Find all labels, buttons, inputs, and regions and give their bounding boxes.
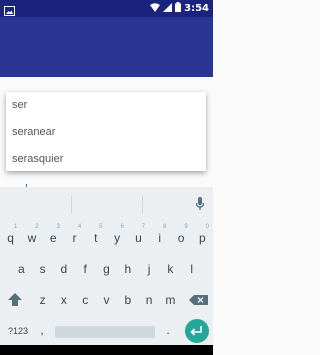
key[interactable]: l (181, 254, 202, 284)
key[interactable]: p0 (192, 223, 213, 253)
key[interactable]: m (160, 285, 181, 315)
wifi-icon (150, 2, 161, 15)
key-hint: 8 (163, 224, 167, 230)
key-label: a (17, 262, 25, 276)
key-label: w (27, 231, 37, 245)
key-label: q (7, 231, 14, 245)
enter-key[interactable] (185, 319, 209, 343)
key[interactable]: x (53, 285, 74, 315)
key[interactable]: d (53, 254, 74, 284)
content-area: ser seranear serasquier ser (0, 77, 213, 202)
navigation-bar (0, 345, 213, 355)
key-label: y (114, 231, 121, 245)
suggestion-item[interactable]: seranear (6, 119, 206, 146)
period-key[interactable]: . (160, 316, 176, 346)
autocomplete-dropdown: ser seranear serasquier (6, 92, 206, 171)
key-hint: 0 (205, 224, 209, 230)
key[interactable]: q1 (0, 223, 21, 253)
key[interactable]: f (75, 254, 96, 284)
key[interactable]: e3 (43, 223, 64, 253)
signal-icon (163, 2, 173, 15)
key[interactable]: y6 (107, 223, 128, 253)
strip-divider (142, 196, 143, 214)
key-hint: 3 (56, 224, 60, 230)
key-hint: 6 (120, 224, 124, 230)
key[interactable]: z (32, 285, 53, 315)
status-time: 3:54 (184, 3, 209, 14)
status-bar: 3:54 (0, 0, 213, 17)
key-hint: 4 (77, 224, 82, 230)
key[interactable]: w2 (21, 223, 42, 253)
key-label: u (135, 231, 142, 245)
key-label: v (103, 293, 110, 307)
key-label: e (49, 231, 57, 245)
key-label: d (60, 262, 68, 276)
key[interactable]: c (75, 285, 96, 315)
key[interactable]: u7 (128, 223, 149, 253)
key[interactable]: b (117, 285, 138, 315)
backspace-key[interactable] (186, 285, 210, 315)
key-label: i (158, 231, 162, 245)
battery-icon (175, 2, 182, 15)
keyboard-row-1: q1w2e3r4t5y6u7i8o9p0 (0, 223, 213, 253)
key[interactable]: a (11, 254, 32, 284)
mic-icon[interactable] (195, 197, 205, 215)
key[interactable]: t5 (85, 223, 106, 253)
key-label: p (198, 231, 206, 245)
key[interactable]: o9 (170, 223, 191, 253)
key[interactable]: i8 (149, 223, 170, 253)
comma-key[interactable]: , (34, 316, 50, 346)
key-label: o (177, 231, 185, 245)
key-hint: 7 (141, 224, 146, 230)
strip-divider (71, 196, 72, 214)
key-label: m (165, 293, 176, 307)
keyboard: q1w2e3r4t5y6u7i8o9p0 asdfghjkl zxcvbnm ?… (0, 187, 213, 355)
key-label: t (94, 231, 98, 245)
key-label: l (190, 262, 194, 276)
key[interactable]: s (32, 254, 53, 284)
key-label: k (167, 262, 174, 276)
key-hint: 2 (35, 224, 39, 230)
key[interactable]: k (160, 254, 181, 284)
key[interactable]: g (96, 254, 117, 284)
key-label: n (145, 293, 153, 307)
key-label: g (103, 262, 110, 276)
symbols-key[interactable]: ?123 (4, 316, 32, 346)
key-label: r (72, 231, 77, 245)
app-bar (0, 17, 213, 77)
suggestion-item[interactable]: serasquier (6, 146, 206, 171)
keyboard-row-2: asd f gh j k l (0, 254, 213, 284)
suggestion-strip (0, 187, 213, 222)
key-hint: 1 (13, 224, 18, 230)
key[interactable]: j (138, 254, 159, 284)
key[interactable]: r4 (64, 223, 85, 253)
key[interactable]: h (117, 254, 138, 284)
key-label: z (39, 293, 46, 307)
key-label: b (124, 293, 132, 307)
key-label: h (124, 262, 132, 276)
key-hint: 5 (99, 224, 103, 230)
key[interactable]: n (138, 285, 159, 315)
key-label: s (39, 262, 46, 276)
key-label: j (147, 262, 151, 276)
key-hint: 9 (184, 224, 188, 230)
key-label: f (83, 262, 87, 276)
keyboard-row-3: zx cvbnm (0, 285, 213, 315)
shift-key[interactable] (4, 285, 26, 315)
keyboard-row-4: ?123 , . (0, 316, 213, 346)
suggestion-item[interactable]: ser (6, 92, 206, 119)
key-label: c (82, 293, 89, 307)
spacebar[interactable] (55, 326, 155, 338)
key[interactable]: v (96, 285, 117, 315)
key-label: x (60, 293, 67, 307)
